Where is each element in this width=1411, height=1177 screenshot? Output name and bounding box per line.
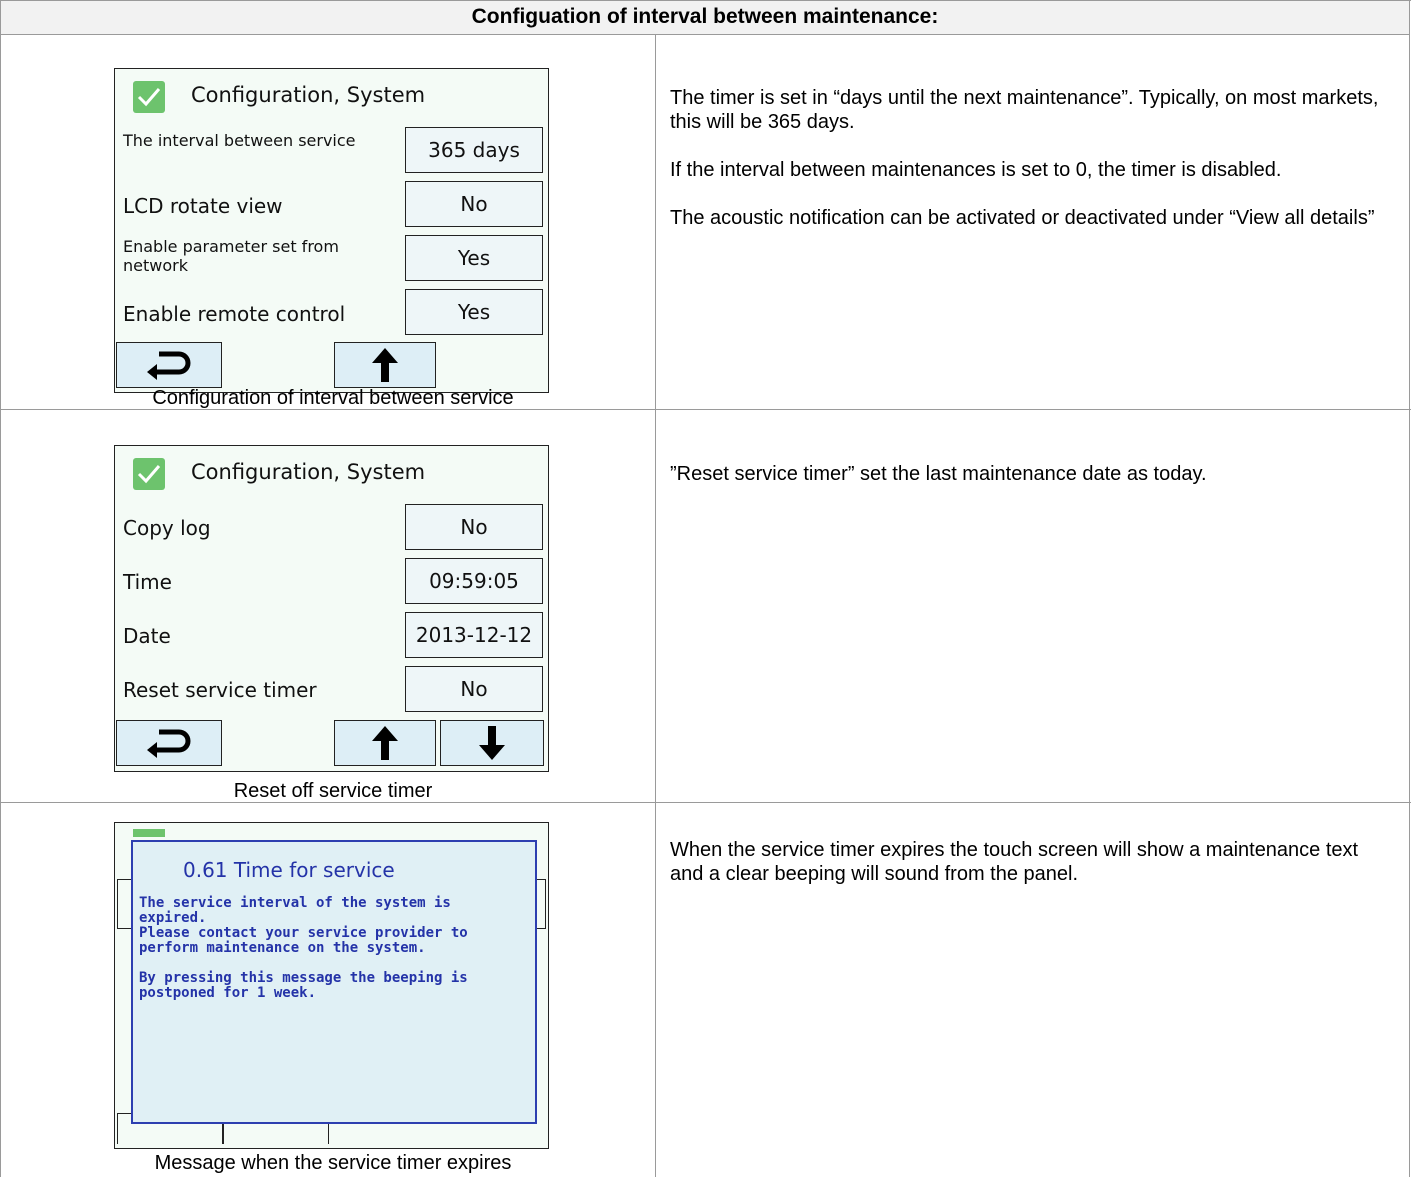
reset-service-timer-value-button[interactable]: No xyxy=(405,666,543,712)
lcd-rotate-value-button[interactable]: No xyxy=(405,181,543,227)
parameter-network-value-button[interactable]: Yes xyxy=(405,235,543,281)
setting-label: Enable parameter set from network xyxy=(123,237,339,275)
setting-label: The interval between service xyxy=(123,131,356,150)
document-table: Configuation of interval between mainten… xyxy=(0,0,1411,1177)
back-button[interactable] xyxy=(116,720,222,766)
popup-body: The service interval of the system is ex… xyxy=(139,896,531,1016)
back-icon xyxy=(147,729,191,758)
table-border-right xyxy=(1409,0,1410,1177)
description-block: ”Reset service timer” set the last maint… xyxy=(670,462,1390,510)
setting-label: Copy log xyxy=(123,516,211,540)
scroll-up-button[interactable] xyxy=(334,342,436,388)
setting-label: Time xyxy=(123,570,172,594)
time-value-button[interactable]: 09:59:05 xyxy=(405,558,543,604)
date-value-button[interactable]: 2013-12-12 xyxy=(405,612,543,658)
check-icon xyxy=(133,829,165,837)
screenshot-caption: Configuration of interval between servic… xyxy=(152,387,514,409)
screen-title: Configuration, System xyxy=(191,460,426,484)
description-paragraph: The timer is set in “days until the next… xyxy=(670,87,1379,133)
setting-label: Reset service timer xyxy=(123,678,317,702)
check-icon xyxy=(133,458,165,490)
back-icon xyxy=(147,351,191,380)
description-paragraph: The acoustic notification can be activat… xyxy=(670,207,1375,229)
table-header: Configuation of interval between mainten… xyxy=(1,1,1409,35)
back-button[interactable] xyxy=(116,342,222,388)
scroll-down-button[interactable] xyxy=(440,720,544,766)
arrow-down-icon xyxy=(479,726,505,760)
column-divider xyxy=(655,34,656,1177)
screenshot-caption: Reset off service timer xyxy=(233,780,433,802)
copy-log-value-button[interactable]: No xyxy=(405,504,543,550)
lcd-screen-reset-timer: Configuration, System Copy log No Time 0… xyxy=(114,445,549,772)
description-block: When the service timer expires the touch… xyxy=(670,838,1390,910)
description-block: The timer is set in “days until the next… xyxy=(670,86,1390,254)
lcd-screen-config-interval: Configuration, System The interval betwe… xyxy=(114,68,549,393)
service-alert-popup[interactable]: 0.61 Time for service The service interv… xyxy=(131,840,537,1124)
arrow-up-icon xyxy=(372,348,398,382)
description-paragraph: When the service timer expires the touch… xyxy=(670,839,1359,885)
description-paragraph: ”Reset service timer” set the last maint… xyxy=(670,463,1207,485)
screen-title: Configuration, System xyxy=(191,83,426,107)
setting-label: Enable remote control xyxy=(123,302,346,326)
popup-paragraph: The service interval of the system is ex… xyxy=(139,895,468,956)
table-border-left xyxy=(0,0,1,1177)
background-button-fragment xyxy=(117,879,132,929)
scroll-up-button[interactable] xyxy=(334,720,436,766)
screenshot-caption: Message when the service timer expires xyxy=(154,1152,512,1174)
interval-value-button[interactable]: 365 days xyxy=(405,127,543,173)
setting-label: Date xyxy=(123,624,171,648)
setting-label: LCD rotate view xyxy=(123,194,283,218)
popup-title: 0.61 Time for service xyxy=(183,858,395,882)
arrow-up-icon xyxy=(372,726,398,760)
popup-paragraph: By pressing this message the beeping is … xyxy=(139,970,468,1001)
check-icon xyxy=(133,81,165,113)
remote-control-value-button[interactable]: Yes xyxy=(405,289,543,335)
description-paragraph: If the interval between maintenances is … xyxy=(670,159,1282,181)
